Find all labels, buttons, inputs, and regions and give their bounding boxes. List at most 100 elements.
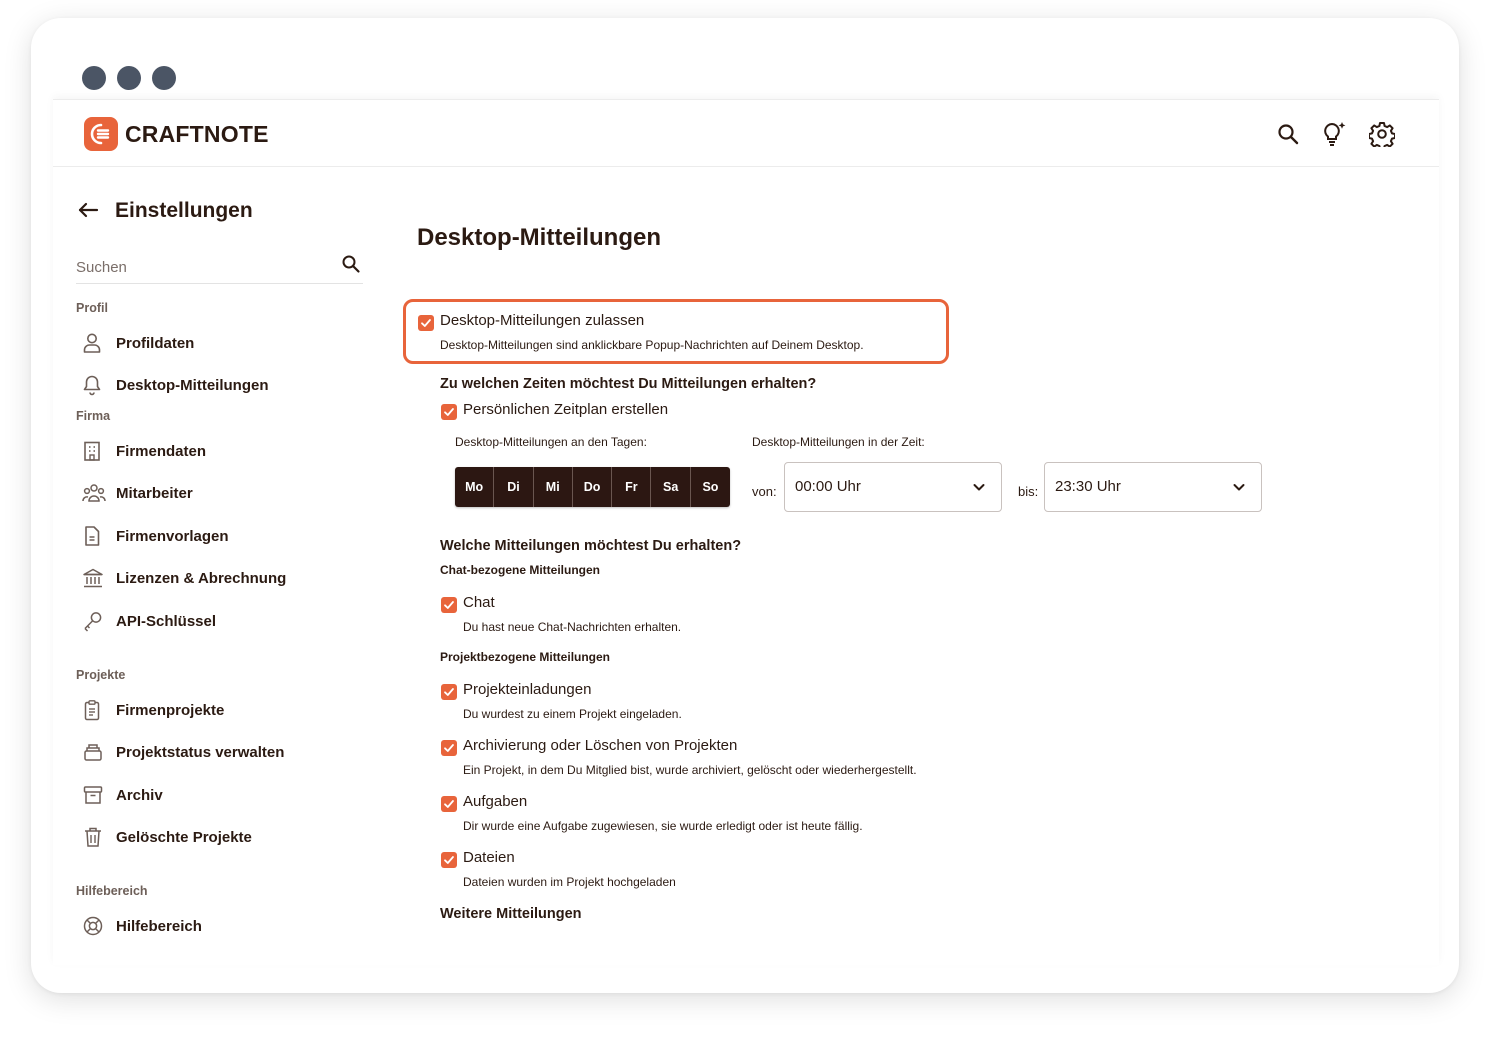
sidebar-item-geloeschte-projekte[interactable]: Gelöschte Projekte [76,820,366,854]
time-label: Desktop-Mitteilungen in der Zeit: [752,435,925,449]
sidebar-item-label: Firmenprojekte [116,701,225,719]
user-icon [76,331,116,355]
sidebar-item-label: Lizenzen & Abrechnung [116,569,287,587]
page-title: Desktop-Mitteilungen [417,224,661,251]
from-time-select[interactable]: 00:00 Uhr [784,462,1002,512]
sidebar-item-label: Firmendaten [116,442,207,460]
chat-label: Chat [463,594,495,611]
project-subheading: Projektbezogene Mitteilungen [440,650,611,664]
day-toggle-mo[interactable]: Mo [455,467,495,507]
search-icon[interactable] [341,254,361,274]
allow-desktop-notifications-label: Desktop-Mitteilungen zulassen [440,312,645,329]
personal-schedule-label: Persönlichen Zeitplan erstellen [463,401,669,418]
tasks-label: Aufgaben [463,793,528,810]
weekday-selector: Mo Di Mi Do Fr Sa So [455,467,731,507]
building-icon [76,439,116,463]
app-container: CRAFTNOTE Einstellungen Suchen Profil Pr… [53,99,1439,965]
team-icon [76,481,116,505]
sidebar-item-archiv[interactable]: Archiv [76,778,366,812]
day-toggle-sa[interactable]: Sa [651,467,691,507]
app-name: CRAFTNOTE [125,121,269,147]
sidebar-item-profildaten[interactable]: Profildaten [76,326,366,360]
chat-subheading: Chat-bezogene Mitteilungen [440,563,600,577]
window-dot-1[interactable] [82,66,106,90]
sidebar-item-firmendaten[interactable]: Firmendaten [76,434,366,468]
gear-icon[interactable] [1368,120,1396,148]
project-archive-checkbox[interactable] [441,740,457,756]
tasks-checkbox[interactable] [441,796,457,812]
sidebar-search-input[interactable] [76,259,326,276]
from-label: von: [752,484,777,499]
section-label-profil: Profil [76,301,108,315]
project-archive-label: Archivierung oder Löschen von Projekten [463,737,738,754]
sidebar-item-firmenvorlagen[interactable]: Firmenvorlagen [76,519,366,553]
layers-icon [76,740,116,764]
document-icon [76,524,116,548]
day-toggle-do[interactable]: Do [572,467,613,507]
top-header: CRAFTNOTE [53,100,1439,167]
chat-desc: Du hast neue Chat-Nachrichten erhalten. [463,620,682,634]
files-label: Dateien [463,849,515,866]
allow-desktop-notifications-checkbox[interactable] [418,315,434,331]
sidebar-item-label: Archiv [116,786,163,804]
back-arrow-icon[interactable] [77,200,101,220]
settings-sidebar: Einstellungen Profil Profildaten Desktop… [53,168,383,965]
bank-icon [76,566,116,590]
which-notifications-heading: Welche Mitteilungen möchtest Du erhalten… [440,538,742,554]
sidebar-item-label: Desktop-Mitteilungen [116,376,269,394]
window-dot-2[interactable] [117,66,141,90]
lifebuoy-icon [76,914,116,938]
schedule-heading: Zu welchen Zeiten möchtest Du Mitteilung… [440,376,817,392]
trash-icon [76,825,116,849]
sidebar-item-label: Profildaten [116,334,195,352]
chat-checkbox[interactable] [441,597,457,613]
allow-desktop-notifications-desc: Desktop-Mitteilungen sind anklickbare Po… [440,338,864,352]
archive-icon [76,783,116,807]
search-icon[interactable] [1274,120,1302,148]
sidebar-item-label: Hilfebereich [116,917,202,935]
sidebar-item-mitarbeiter[interactable]: Mitarbeiter [76,476,366,510]
day-toggle-fr[interactable]: Fr [612,467,652,507]
sidebar-item-projektstatus[interactable]: Projektstatus verwalten [76,735,366,769]
sidebar-item-label: Projektstatus verwalten [116,743,285,761]
key-icon [76,609,116,633]
project-invites-desc: Du wurdest zu einem Projekt eingeladen. [463,707,682,721]
from-time-value: 00:00 Uhr [795,478,861,495]
sidebar-item-label: Gelöschte Projekte [116,828,252,846]
to-time-select[interactable]: 23:30 Uhr [1044,462,1262,512]
project-archive-desc: Ein Projekt, in dem Du Mitglied bist, wu… [463,763,917,777]
days-label: Desktop-Mitteilungen an den Tagen: [455,435,647,449]
sidebar-item-hilfebereich[interactable]: Hilfebereich [76,909,366,943]
sidebar-item-label: API-Schlüssel [116,612,217,630]
sidebar-item-desktop-mitteilungen[interactable]: Desktop-Mitteilungen [76,368,366,402]
main-content: Desktop-Mitteilungen Desktop-Mitteilunge… [403,168,1433,965]
sidebar-search [76,251,363,284]
sidebar-item-label: Mitarbeiter [116,484,193,502]
clipboard-icon [76,698,116,722]
project-invites-checkbox[interactable] [441,684,457,700]
craftnote-logo-icon [84,117,118,151]
sidebar-title: Einstellungen [115,199,253,222]
more-notifications-heading: Weitere Mitteilungen [440,906,582,922]
highlight-frame [403,299,949,364]
window-dot-3[interactable] [152,66,176,90]
files-checkbox[interactable] [441,852,457,868]
section-label-projekte: Projekte [76,668,126,682]
files-desc: Dateien wurden im Projekt hochgeladen [463,875,676,889]
to-label: bis: [1018,484,1039,499]
personal-schedule-checkbox[interactable] [441,404,457,420]
sidebar-item-lizenzen[interactable]: Lizenzen & Abrechnung [76,561,366,595]
chevron-down-icon [971,479,987,495]
section-label-hilfebereich: Hilfebereich [76,884,148,898]
day-toggle-so[interactable]: So [690,467,731,507]
tasks-desc: Dir wurde eine Aufgabe zugewiesen, sie w… [463,819,863,833]
sidebar-item-firmenprojekte[interactable]: Firmenprojekte [76,693,366,727]
day-toggle-di[interactable]: Di [494,467,534,507]
day-toggle-mi[interactable]: Mi [533,467,573,507]
section-label-firma: Firma [76,409,111,423]
lightbulb-icon[interactable] [1320,120,1348,148]
sidebar-item-label: Firmenvorlagen [116,527,229,545]
chevron-down-icon [1231,479,1247,495]
sidebar-item-api-schluessel[interactable]: API-Schlüssel [76,604,366,638]
to-time-value: 23:30 Uhr [1055,478,1121,495]
